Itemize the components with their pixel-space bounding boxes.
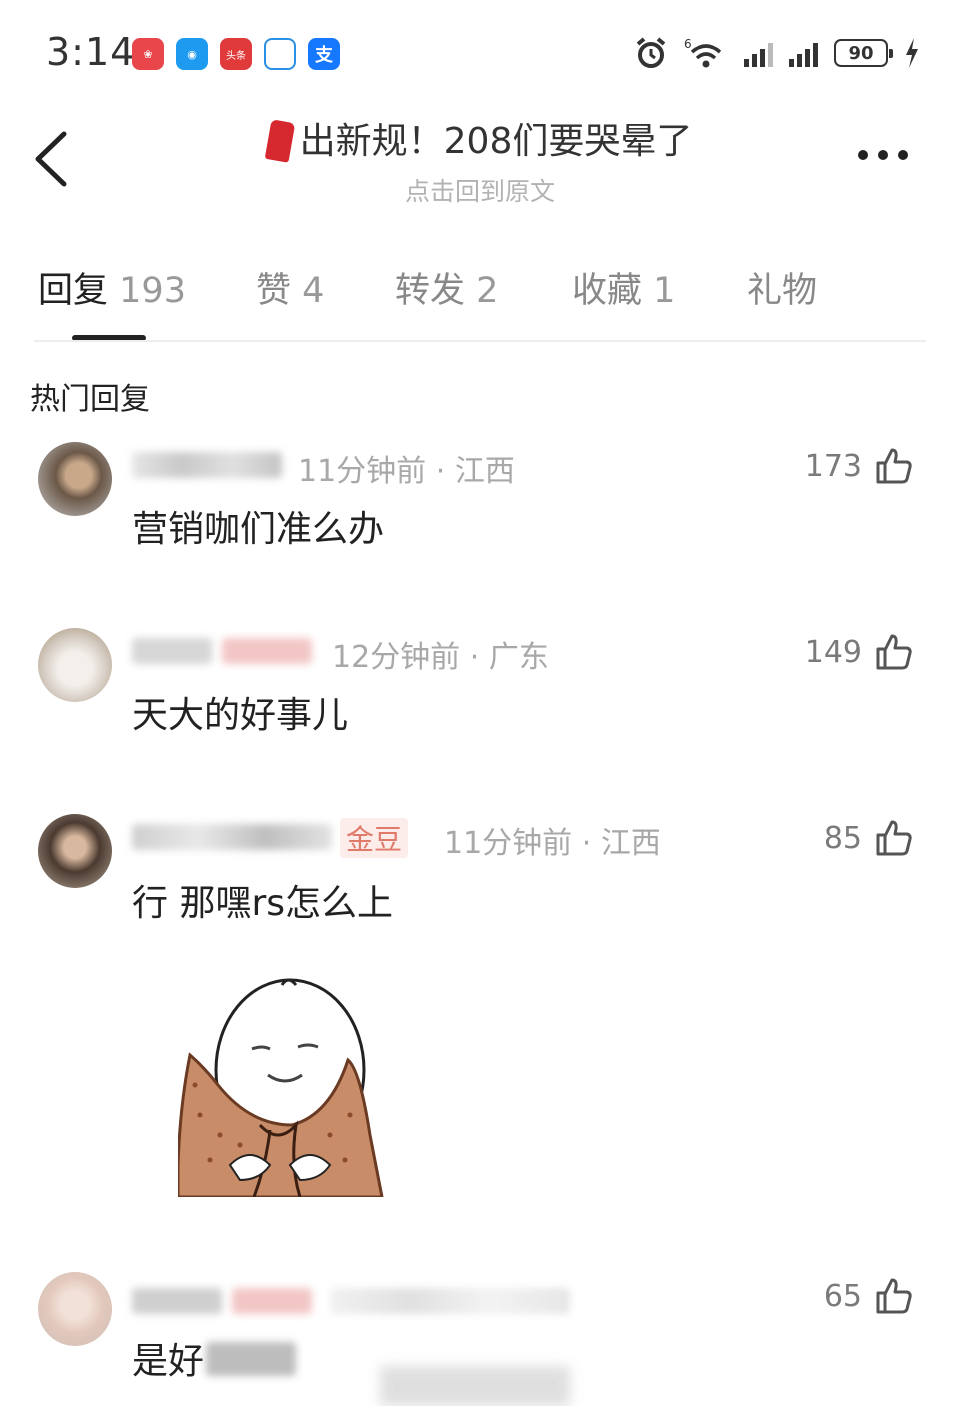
tab-count: 193 — [119, 271, 186, 311]
like-count: 173 — [804, 448, 862, 484]
comment-time: 11分钟前 — [444, 826, 573, 861]
comment-time: 12分钟前 — [332, 640, 461, 675]
tmall-icon — [264, 38, 296, 70]
user-badge-blurred — [222, 638, 312, 664]
user-badge-blurred — [232, 1288, 312, 1314]
scarf-emoji-icon — [264, 119, 295, 163]
comment-time: 11分钟前 — [298, 454, 427, 489]
comment-text: 行 那嘿rs怎么上 — [132, 883, 394, 924]
meme-sticker-image[interactable] — [170, 975, 386, 1197]
signal-icon-2 — [789, 39, 818, 67]
username-blurred[interactable] — [132, 824, 332, 850]
status-bar: 3:14 ❀ ◉ 头条 支 6 90 — [0, 0, 960, 110]
avatar[interactable] — [38, 628, 112, 702]
comment-meta: 12分钟前 · 广东 — [332, 632, 549, 676]
tab-bar: 回复 193 赞 4 转发 2 收藏 1 礼物 — [38, 262, 918, 322]
post-title-link[interactable]: 出新规！208们要哭晕了 — [0, 112, 960, 164]
comment-text-blurred — [206, 1342, 296, 1376]
signal-icon-1 — [744, 39, 773, 67]
tab-replies[interactable]: 回复 193 — [38, 262, 186, 313]
like-button[interactable]: 173 — [805, 446, 914, 486]
like-count: 85 — [823, 820, 862, 856]
like-button[interactable]: 85 — [824, 818, 914, 858]
avatar[interactable] — [38, 442, 112, 516]
more-options-button[interactable] — [858, 150, 908, 160]
comment-text: 天大的好事儿 — [132, 695, 349, 736]
meta-separator: · — [435, 454, 446, 489]
tab-divider — [34, 340, 926, 342]
more-dot-icon — [858, 150, 868, 160]
message-icon: ◉ — [176, 38, 208, 70]
alarm-icon — [636, 37, 666, 68]
status-time: 3:14 — [46, 30, 136, 74]
network-label: 6 — [684, 37, 692, 51]
tab-count: 2 — [476, 271, 499, 311]
battery-indicator: 90 — [834, 39, 893, 67]
tab-count: 1 — [653, 271, 676, 311]
bottom-blur-overlay — [380, 1366, 570, 1406]
comment-text: 是好 — [132, 1341, 205, 1382]
header: 出新规！208们要哭晕了 点击回到原文 — [0, 112, 960, 208]
alipay-icon: 支 — [308, 38, 340, 70]
comment-meta: 11分钟前 · 江西 — [298, 446, 515, 490]
post-title: 出新规！208们要哭晕了 — [299, 121, 693, 162]
tab-favorites[interactable]: 收藏 1 — [572, 262, 675, 313]
username-blurred[interactable] — [132, 452, 282, 478]
wifi-icon: 6 — [684, 37, 722, 68]
avatar[interactable] — [38, 814, 112, 888]
avatar[interactable] — [38, 1272, 112, 1346]
status-right: 6 90 — [634, 36, 920, 70]
tab-label: 转发 — [395, 271, 466, 311]
thumbs-up-icon — [876, 1278, 912, 1314]
comment-region: 江西 — [454, 454, 515, 489]
like-button[interactable]: 149 — [805, 632, 914, 672]
meta-separator: · — [581, 826, 592, 861]
like-count: 149 — [804, 634, 862, 670]
more-dot-icon — [898, 150, 908, 160]
tab-count: 4 — [302, 271, 325, 311]
user-medal-badge: 金豆 — [340, 818, 409, 858]
comment-text: 营销咖们准么办 — [132, 509, 385, 550]
comment-meta-blurred — [330, 1288, 570, 1314]
tab-label: 收藏 — [572, 271, 643, 311]
tab-label: 回复 — [38, 271, 109, 311]
thumbs-up-icon — [876, 820, 912, 856]
tab-label: 赞 — [256, 271, 292, 311]
meta-separator: · — [469, 640, 480, 675]
toutiao-icon: 头条 — [220, 38, 252, 70]
hot-replies-heading: 热门回复 — [30, 382, 150, 417]
charging-icon — [906, 38, 918, 68]
comment-region: 江西 — [600, 826, 661, 861]
like-count: 65 — [823, 1278, 862, 1314]
tab-gifts[interactable]: 礼物 — [747, 262, 817, 313]
tab-label: 礼物 — [747, 271, 818, 311]
notification-icons: ❀ ◉ 头条 支 — [132, 38, 340, 70]
username-blurred[interactable] — [132, 638, 212, 664]
thumbs-up-icon — [876, 634, 912, 670]
comment-meta: 11分钟前 · 江西 — [444, 818, 661, 862]
thumbs-up-icon — [876, 448, 912, 484]
back-to-original-link[interactable]: 点击回到原文 — [0, 172, 960, 208]
tab-likes[interactable]: 赞 4 — [256, 262, 324, 313]
app-icon-red: ❀ — [132, 38, 164, 70]
like-button[interactable]: 65 — [824, 1276, 914, 1316]
comment-region: 广东 — [488, 640, 549, 675]
tab-reposts[interactable]: 转发 2 — [395, 262, 498, 313]
username-blurred[interactable] — [132, 1288, 222, 1314]
more-dot-icon — [878, 150, 888, 160]
